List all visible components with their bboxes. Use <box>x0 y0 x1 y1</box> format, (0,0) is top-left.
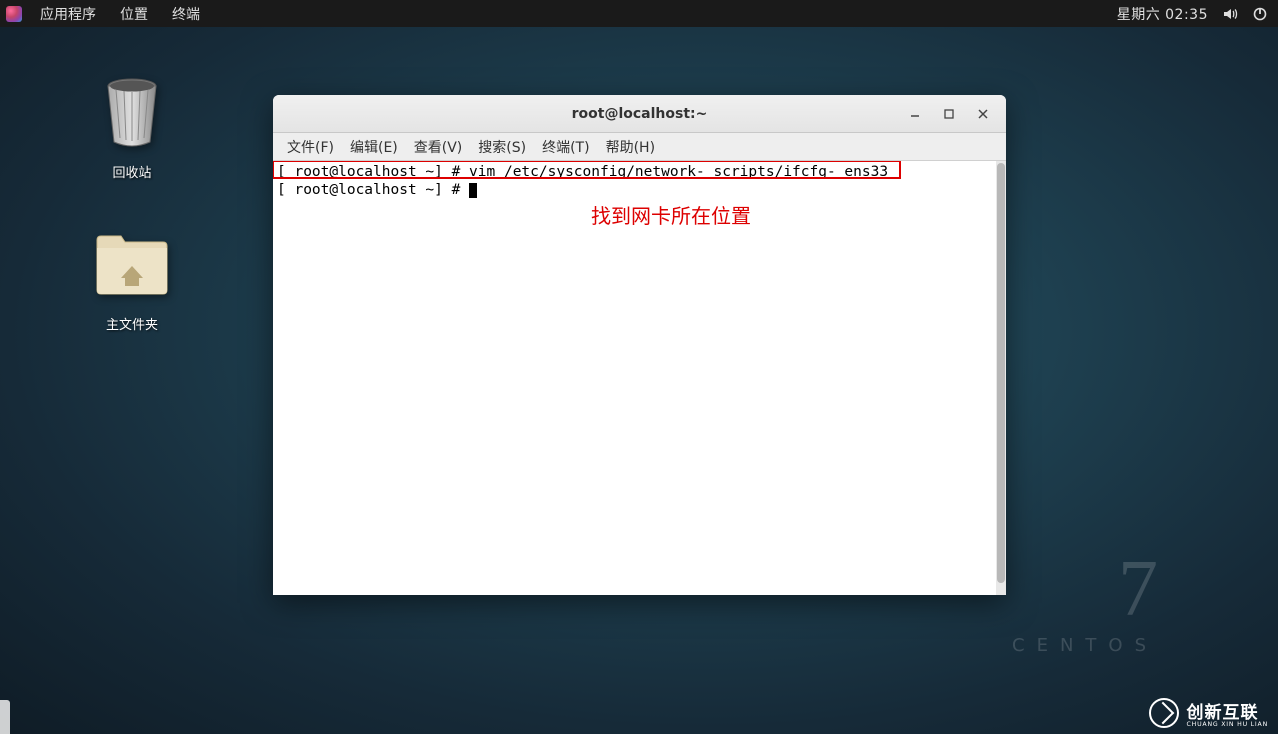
close-button[interactable] <box>966 100 1000 128</box>
window-title: root@localhost:~ <box>572 106 708 122</box>
gnome-foot-icon <box>6 6 22 22</box>
minimize-button[interactable] <box>898 100 932 128</box>
terminal-line-1: [ root@localhost ~] # vim /etc/sysconfig… <box>277 163 1002 181</box>
titlebar-buttons <box>898 100 1000 128</box>
menu-edit[interactable]: 编辑(E) <box>342 134 406 160</box>
power-icon[interactable] <box>1252 6 1268 22</box>
menu-search[interactable]: 搜索(S) <box>470 134 534 160</box>
terminal-body[interactable]: [ root@localhost ~] # vim /etc/sysconfig… <box>273 161 1006 595</box>
menubar: 文件(F) 编辑(E) 查看(V) 搜索(S) 终端(T) 帮助(H) <box>273 133 1006 161</box>
top-panel: 应用程序 位置 终端 星期六 02:35 <box>0 0 1278 27</box>
desktop-home[interactable]: 主文件夹 <box>82 222 182 333</box>
menu-view[interactable]: 查看(V) <box>406 134 471 160</box>
scrollbar[interactable] <box>996 161 1006 595</box>
desktop-trash-label: 回收站 <box>82 162 182 181</box>
desktop-trash[interactable]: 回收站 <box>82 76 182 181</box>
brand-cn: 创新互联 <box>1187 698 1268 723</box>
terminal-window: root@localhost:~ 文件(F) 编辑(E) 查看(V) 搜索(S)… <box>273 95 1006 595</box>
volume-icon[interactable] <box>1222 6 1238 22</box>
brand-en: CHUANG XIN HU LIAN <box>1187 721 1268 728</box>
panel-left: 应用程序 位置 终端 <box>0 0 212 28</box>
scrollbar-thumb[interactable] <box>997 163 1005 583</box>
centos-name: CENTOS <box>1012 635 1158 656</box>
centos-version: 7 <box>1012 549 1158 629</box>
menu-terminal[interactable]: 终端(T) <box>534 134 597 160</box>
brand-watermark: 创新互联 CHUANG XIN HU LIAN <box>1149 698 1268 728</box>
maximize-button[interactable] <box>932 100 966 128</box>
window-list-stub[interactable] <box>0 700 10 734</box>
menu-file[interactable]: 文件(F) <box>279 134 342 160</box>
brand-logo-icon <box>1149 698 1179 728</box>
menu-places[interactable]: 位置 <box>108 0 160 28</box>
centos-watermark: 7 CENTOS <box>1012 549 1158 656</box>
trash-icon <box>100 76 164 152</box>
titlebar[interactable]: root@localhost:~ <box>273 95 1006 133</box>
panel-clock[interactable]: 星期六 02:35 <box>1117 4 1208 24</box>
terminal-line-2: [ root@localhost ~] # <box>277 181 1002 199</box>
menu-applications[interactable]: 应用程序 <box>28 0 108 28</box>
annotation-text: 找到网卡所在位置 <box>591 208 751 226</box>
home-folder-icon <box>91 222 173 304</box>
menu-help[interactable]: 帮助(H) <box>598 134 663 160</box>
cursor-icon <box>469 183 477 198</box>
panel-right: 星期六 02:35 <box>1117 4 1278 24</box>
menu-terminal-launcher[interactable]: 终端 <box>160 0 212 28</box>
desktop-home-label: 主文件夹 <box>82 314 182 333</box>
